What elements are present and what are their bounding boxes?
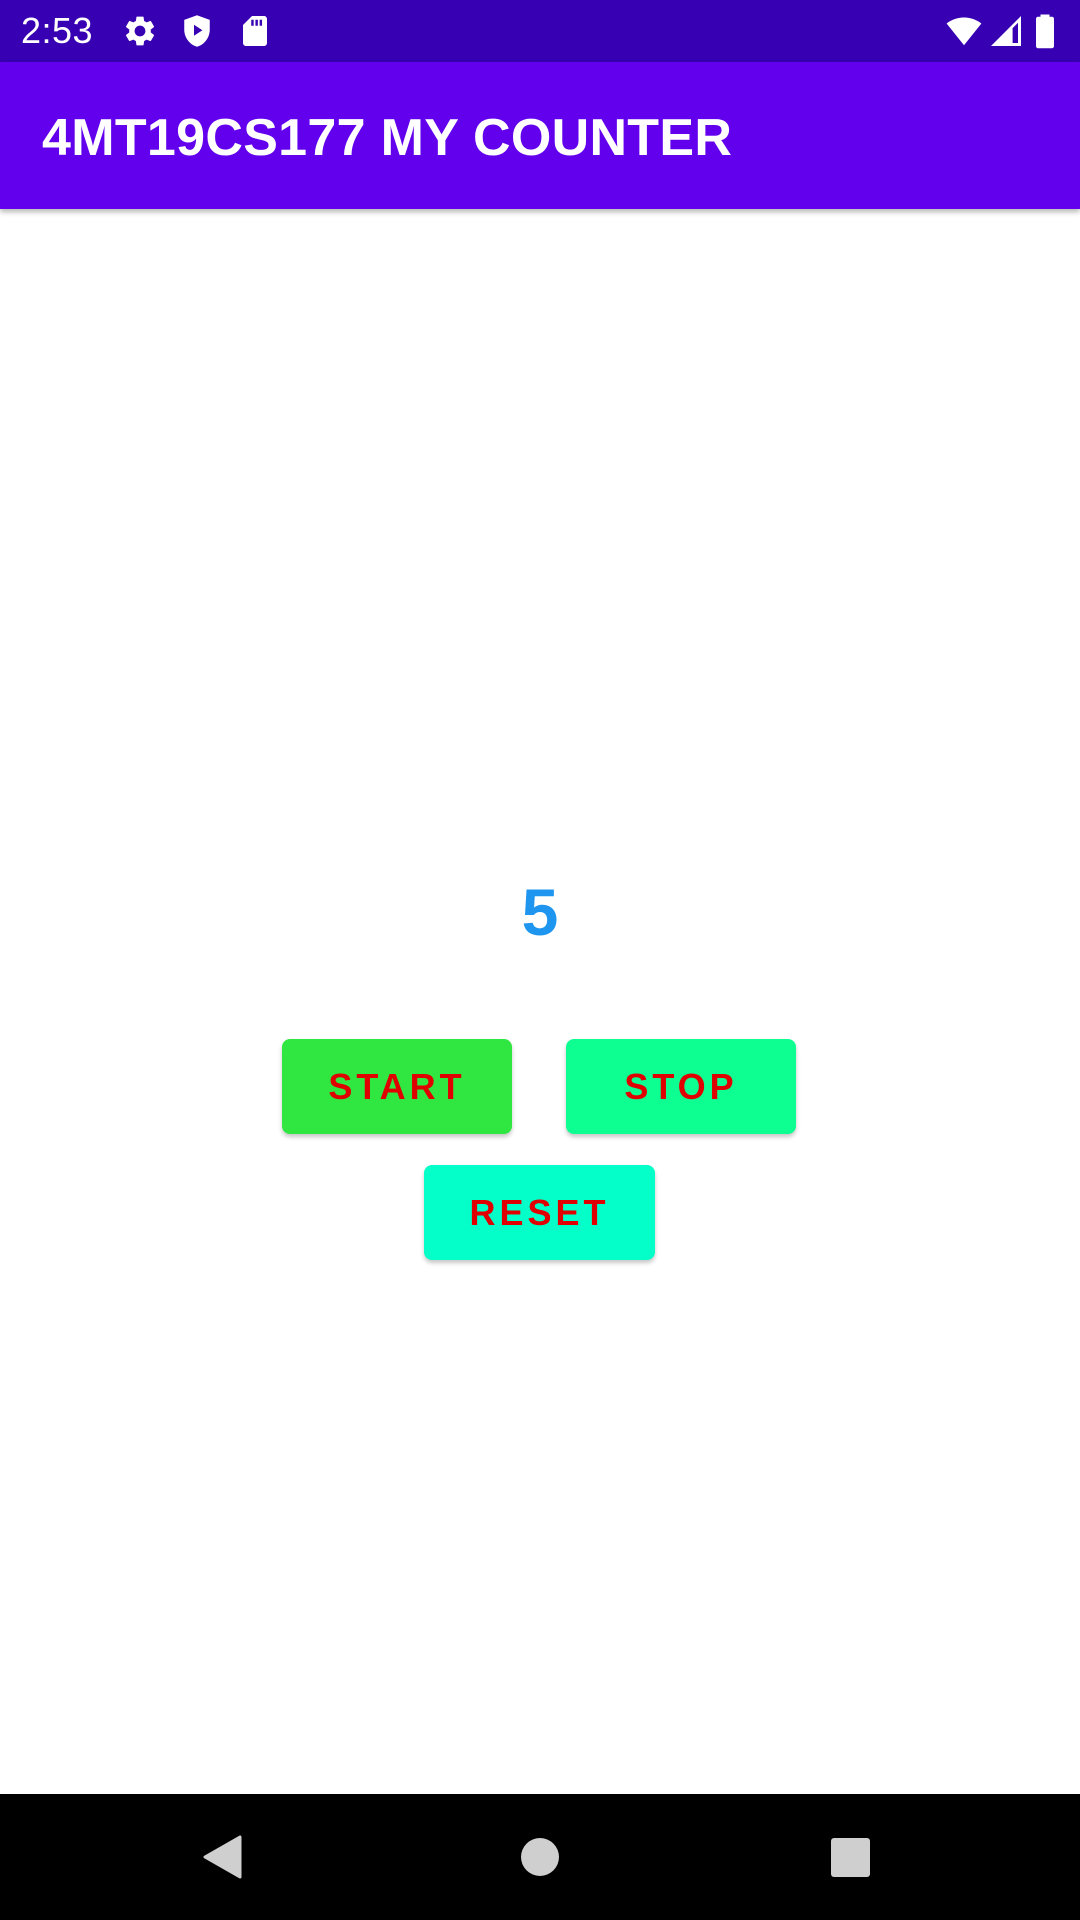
counter-value: 5 — [521, 875, 559, 949]
app-bar: 4MT19CS177 MY COUNTER — [0, 62, 1080, 209]
wifi-icon — [944, 13, 984, 49]
recents-icon[interactable] — [820, 1827, 880, 1887]
sd-card-icon — [237, 13, 273, 49]
gear-icon — [122, 13, 158, 49]
app-title: 4MT19CS177 MY COUNTER — [42, 109, 733, 167]
battery-icon — [1030, 13, 1060, 49]
home-icon[interactable] — [510, 1827, 570, 1887]
reset-button[interactable]: RESET — [424, 1165, 655, 1260]
stop-button[interactable]: STOP — [566, 1039, 796, 1134]
start-button[interactable]: START — [282, 1039, 512, 1134]
shield-play-icon — [179, 13, 215, 49]
status-bar: 2:53 — [0, 0, 1080, 62]
cellular-signal-icon — [988, 13, 1024, 49]
back-icon[interactable] — [196, 1827, 256, 1887]
status-time: 2:53 — [21, 10, 94, 51]
navigation-bar — [0, 1794, 1080, 1920]
